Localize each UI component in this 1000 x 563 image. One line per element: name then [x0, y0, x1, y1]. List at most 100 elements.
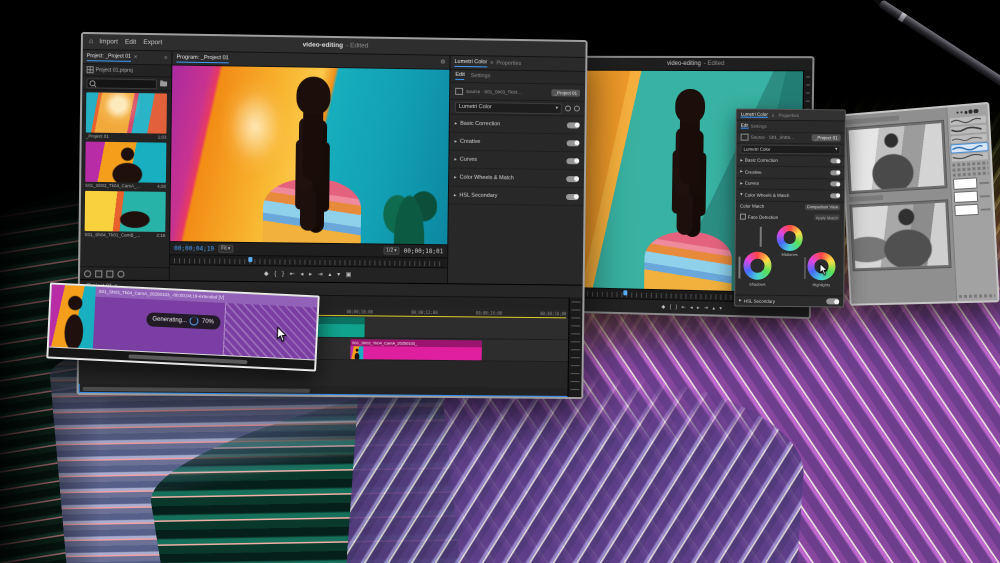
section-creative[interactable]: ▸ Creative: [449, 133, 584, 153]
section-toggle[interactable]: [830, 182, 840, 187]
lumetri2-clip-chip[interactable]: _Project 01: [812, 134, 841, 141]
resolution-value: 1/2: [386, 248, 393, 254]
section-basic-correction[interactable]: ▸ Basic Correction: [450, 115, 585, 135]
lumetri2-tab-properties[interactable]: Properties: [778, 112, 799, 117]
panel-menu-icon[interactable]: ≡: [164, 55, 167, 61]
bin-item[interactable]: S01_Sh04_Tk01_CamB_20250103_2;18: [85, 191, 166, 239]
section-toggle[interactable]: [566, 158, 579, 164]
highlights-slider[interactable]: [804, 257, 806, 279]
lumetri2-subtab-settings[interactable]: Settings: [750, 123, 766, 128]
section-toggle[interactable]: [566, 193, 579, 199]
section-toggle[interactable]: [566, 176, 579, 182]
timeline-clip-magenta[interactable]: S01_Sh02_Tk04_CamA_20250103_: [350, 339, 482, 360]
generating-clip-panel[interactable]: S01_Sh03_Tk04_CamA_20250103_-00;00;04;19…: [46, 282, 319, 371]
lumetri2-tab-lumetri[interactable]: Lumetri Color: [741, 112, 768, 118]
settings-subtab[interactable]: Settings: [471, 73, 491, 79]
brush-preset-selected[interactable]: [951, 143, 987, 153]
new-item-icon[interactable]: [117, 270, 124, 277]
lumetri-tab[interactable]: Lumetri Color: [454, 58, 487, 66]
sidebar-footer-icons[interactable]: [959, 294, 995, 298]
brush-dot-2[interactable]: [960, 111, 963, 114]
storyboard-frame-1[interactable]: [846, 120, 948, 194]
section-hsl-secondary[interactable]: ▸ HSL Secondary: [449, 186, 584, 206]
brush-preset-1[interactable]: [950, 115, 986, 125]
brush-preset-3[interactable]: [951, 134, 987, 144]
midtones-slider[interactable]: [760, 226, 762, 246]
list-icon[interactable]: ≡: [490, 60, 493, 66]
lumetri2-section-curves[interactable]: ▸ Curves: [736, 178, 844, 190]
list-view-icon[interactable]: [95, 270, 102, 277]
brush-preset-2[interactable]: [950, 125, 986, 135]
section-curves[interactable]: ▸ Curves: [449, 151, 584, 171]
midtones-wheel[interactable]: [777, 224, 803, 250]
layer-thumb-2[interactable]: [954, 191, 979, 203]
highlights-label: Highlights: [803, 282, 839, 287]
bin-thumbnail-braids[interactable]: [85, 142, 166, 183]
section-label: Basic Correction: [745, 158, 778, 163]
window2-titlebar[interactable]: video-editing- Edited: [581, 58, 812, 72]
menu-export[interactable]: Export: [143, 39, 162, 46]
layer-row-1[interactable]: [953, 177, 990, 190]
section-toggle[interactable]: [567, 122, 580, 128]
search-input[interactable]: [86, 78, 157, 89]
lumetri2-subtab-edit[interactable]: Edit: [741, 123, 749, 129]
comparison-view-button[interactable]: Comparison View: [805, 204, 840, 210]
brush-preset-5[interactable]: [952, 152, 988, 162]
timeline-scrollbar[interactable]: [83, 387, 311, 393]
section-toggle[interactable]: [830, 193, 840, 198]
layer-thumb-1[interactable]: [953, 177, 978, 190]
properties-tab[interactable]: Properties: [496, 60, 521, 66]
bin-item[interactable]: S01_Sh03_Tk04_CamA_20250103_4;28: [85, 142, 166, 190]
grid-view-icon[interactable]: [87, 66, 94, 73]
close-icon[interactable]: ×: [134, 54, 138, 60]
lumetri2-preset-dropdown[interactable]: Lumetri Color ▾: [740, 144, 840, 154]
brush-dot-3[interactable]: [964, 110, 967, 113]
gear-icon[interactable]: ⚙: [440, 59, 445, 66]
menu-import[interactable]: Import: [99, 38, 118, 45]
edit-subtab[interactable]: Edit: [455, 72, 465, 80]
lumetri2-section-hsl[interactable]: ▸ HSL Secondary: [735, 295, 843, 307]
lumetri2-section-basic[interactable]: ▸ Basic Correction: [736, 155, 844, 167]
playhead[interactable]: [248, 257, 252, 262]
program-tab[interactable]: Program: _Project 01: [176, 54, 228, 63]
layer-thumb-3[interactable]: [954, 204, 979, 216]
apply-match-button[interactable]: Apply Match: [814, 214, 840, 220]
fx-badge-icon[interactable]: [565, 105, 571, 111]
home-icon[interactable]: ⌂: [89, 38, 93, 45]
section-color-wheels[interactable]: ▸ Color Wheels & Match: [449, 169, 584, 189]
brush-dot-5[interactable]: [974, 109, 979, 114]
lumetri2-section-wheels[interactable]: ▾ Color Wheels & Match: [736, 190, 844, 202]
storyboard-frame-2[interactable]: [849, 199, 951, 271]
lumetri-clip-chip[interactable]: _Project 01: [552, 89, 581, 96]
section-toggle[interactable]: [830, 159, 840, 164]
face-detection-checkbox[interactable]: [740, 214, 746, 220]
bin-thumbnail-yellow[interactable]: [85, 191, 166, 232]
bin-item[interactable]: _Project 011;03: [86, 92, 167, 140]
generating-clip-body[interactable]: S01_Sh03_Tk04_CamA_20250103_-00;00;04;19…: [93, 287, 318, 360]
zoom-select[interactable]: Fit▾: [218, 245, 233, 253]
automate-icon[interactable]: [84, 270, 91, 277]
bin-thumbnail-room[interactable]: [86, 92, 167, 133]
project-tab[interactable]: Project: _Project 01: [87, 53, 131, 62]
chevron-right-icon: ▸: [740, 157, 743, 163]
program-video[interactable]: [170, 65, 449, 244]
project-panel-footer: [80, 266, 169, 280]
section-toggle[interactable]: [830, 170, 840, 175]
lumetri-preset-dropdown[interactable]: Lumetri Color ▾: [455, 101, 562, 114]
brush-dot-4[interactable]: [969, 110, 973, 114]
menu-edit[interactable]: Edit: [125, 39, 136, 46]
shadows-wheel[interactable]: [743, 252, 771, 280]
lumetri2-section-creative[interactable]: ▸ Creative: [736, 167, 844, 179]
layer-row-2[interactable]: [954, 190, 991, 203]
playhead-2[interactable]: [624, 290, 628, 295]
shadows-slider[interactable]: [738, 257, 740, 279]
list-icon[interactable]: ≡: [772, 112, 775, 117]
section-toggle[interactable]: [826, 298, 839, 304]
section-toggle[interactable]: [567, 140, 580, 146]
layer-row-3[interactable]: [954, 203, 991, 216]
visibility-icon[interactable]: [574, 106, 580, 112]
brush-dot-1[interactable]: [957, 112, 959, 114]
resolution-select[interactable]: 1/2▾: [383, 247, 400, 255]
icon-view-icon[interactable]: [106, 270, 113, 277]
new-bin-icon[interactable]: [160, 81, 167, 86]
